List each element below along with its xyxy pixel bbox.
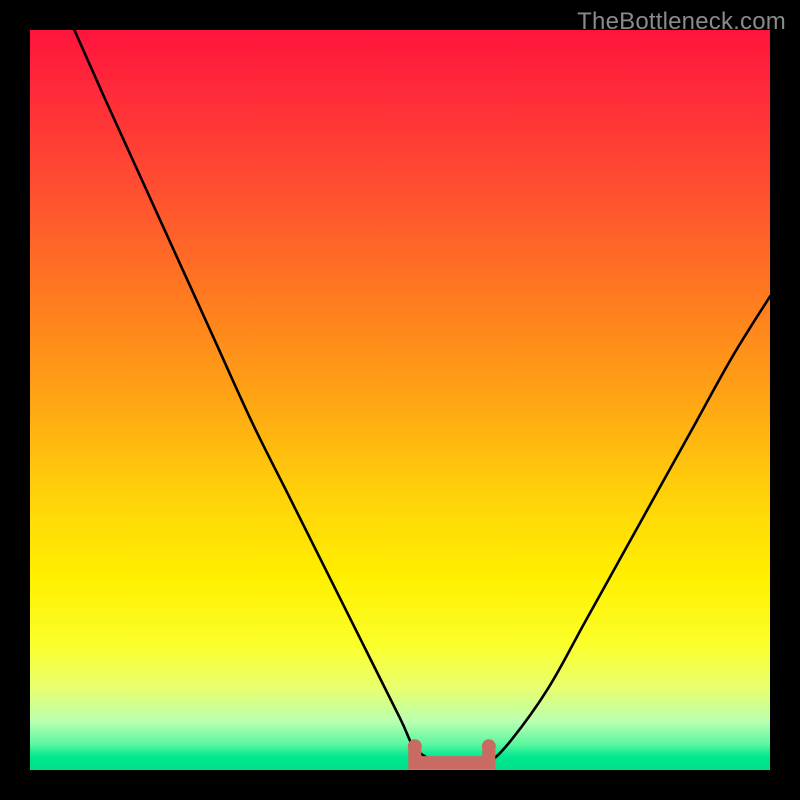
chart-frame: TheBottleneck.com: [0, 0, 800, 800]
optimal-range-marker: [415, 746, 489, 762]
optimal-range-endpoint-right: [482, 739, 496, 753]
curve-layer: [30, 30, 770, 770]
plot-area: [30, 30, 770, 770]
watermark-text: TheBottleneck.com: [577, 8, 786, 36]
optimal-range-endpoint-left: [408, 739, 422, 753]
bottleneck-curve: [74, 30, 770, 767]
